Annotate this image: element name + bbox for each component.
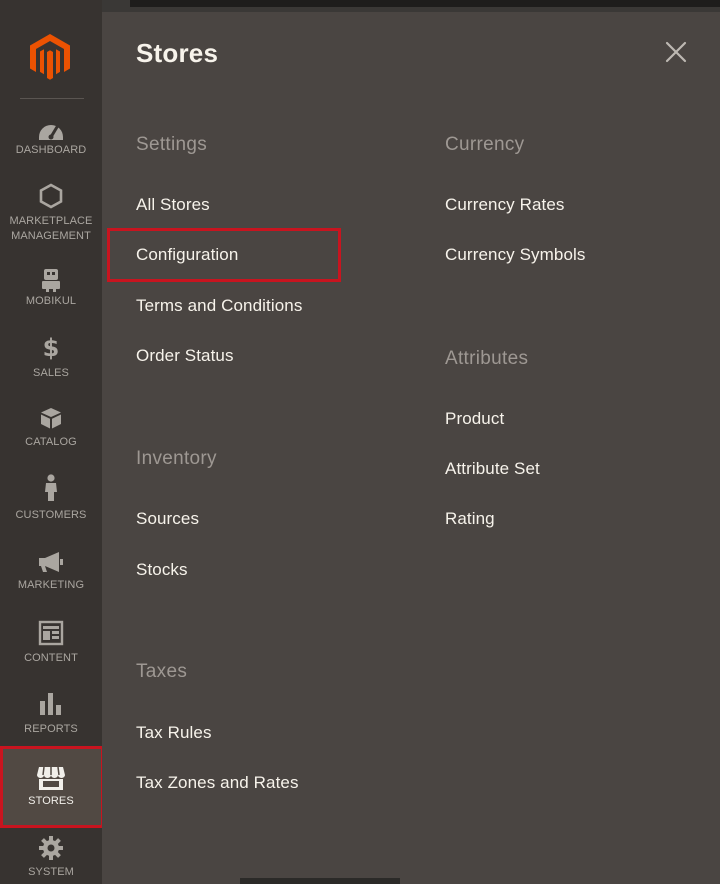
- stores-menu-panel: Stores Settings All Stores Configuration…: [102, 12, 720, 884]
- sidebar-item-label: CATALOG: [25, 436, 77, 448]
- sidebar-item-label: DASHBOARD: [15, 144, 87, 156]
- speedometer-icon: [0, 116, 102, 144]
- sidebar-item-label: MARKETPLACE MANAGEMENT: [9, 215, 93, 242]
- menu-link-rating[interactable]: Rating: [445, 509, 495, 529]
- gear-icon: [0, 834, 102, 862]
- logo-divider: [20, 98, 84, 99]
- sidebar-item-label: REPORTS: [24, 723, 78, 735]
- panel-title: Stores: [136, 38, 219, 68]
- hexagon-icon: [0, 182, 102, 210]
- menu-link-tax-rules[interactable]: Tax Rules: [136, 723, 212, 743]
- dollar-icon: $: [42, 334, 60, 362]
- sidebar-item-catalog[interactable]: CATALOG: [0, 404, 102, 470]
- sidebar-item-content[interactable]: CONTENT: [0, 619, 102, 685]
- sidebar-item-label: CONTENT: [24, 652, 78, 664]
- menu-link-stocks[interactable]: Stocks: [136, 560, 188, 580]
- menu-link-currency-rates[interactable]: Currency Rates: [445, 195, 565, 215]
- person-icon: [0, 474, 102, 502]
- sidebar-item-sales[interactable]: $ SALES: [0, 334, 102, 400]
- sidebar-item-label: SYSTEM: [28, 866, 74, 878]
- top-strip-dark: [130, 0, 720, 7]
- sidebar-item-reports[interactable]: REPORTS: [0, 690, 102, 756]
- menu-link-tax-zones-and-rates[interactable]: Tax Zones and Rates: [136, 773, 299, 793]
- menu-link-product[interactable]: Product: [445, 409, 504, 429]
- menu-link-currency-symbols[interactable]: Currency Symbols: [445, 245, 585, 265]
- sidebar-item-system[interactable]: SYSTEM: [0, 834, 102, 884]
- storefront-icon: [0, 764, 102, 792]
- close-icon[interactable]: [664, 40, 688, 64]
- group-title-attributes: Attributes: [445, 348, 529, 369]
- group-title-currency: Currency: [445, 134, 525, 155]
- sidebar-item-mobikul[interactable]: MOBIKUL: [0, 266, 102, 332]
- layout-icon: [0, 619, 102, 647]
- menu-link-configuration[interactable]: Configuration: [136, 245, 238, 265]
- menu-link-order-status[interactable]: Order Status: [136, 346, 234, 366]
- bar-chart-icon: [0, 690, 102, 718]
- robot-icon: [0, 266, 102, 294]
- sidebar-item-stores[interactable]: STORES: [0, 748, 102, 826]
- box-icon: [0, 404, 102, 432]
- group-title-inventory: Inventory: [136, 448, 217, 469]
- top-strip: [0, 0, 720, 12]
- sidebar-item-marketplace-management[interactable]: MARKETPLACE MANAGEMENT: [0, 182, 102, 248]
- menu-link-sources[interactable]: Sources: [136, 509, 199, 529]
- sidebar-item-marketing[interactable]: MARKETING: [0, 548, 102, 614]
- menu-link-attribute-set[interactable]: Attribute Set: [445, 459, 540, 479]
- sidebar-item-customers[interactable]: CUSTOMERS: [0, 474, 102, 540]
- bottom-edge: [240, 878, 400, 884]
- menu-link-terms-and-conditions[interactable]: Terms and Conditions: [136, 296, 302, 316]
- megaphone-icon: [0, 548, 102, 576]
- magento-logo[interactable]: [28, 32, 72, 82]
- sidebar-item-label: CUSTOMERS: [15, 509, 87, 521]
- sidebar-item-label: STORES: [28, 795, 74, 807]
- menu-link-all-stores[interactable]: All Stores: [136, 195, 210, 215]
- sidebar-item-label: MARKETING: [17, 579, 85, 591]
- group-title-settings: Settings: [136, 134, 208, 155]
- sidebar-item-dashboard[interactable]: DASHBOARD: [0, 116, 102, 182]
- group-title-taxes: Taxes: [136, 661, 188, 682]
- admin-sidebar: DASHBOARD MARKETPLACE MANAGEMENT MOBIKUL: [0, 0, 104, 884]
- sidebar-item-label: MOBIKUL: [25, 295, 77, 307]
- sidebar-item-label: SALES: [33, 367, 69, 379]
